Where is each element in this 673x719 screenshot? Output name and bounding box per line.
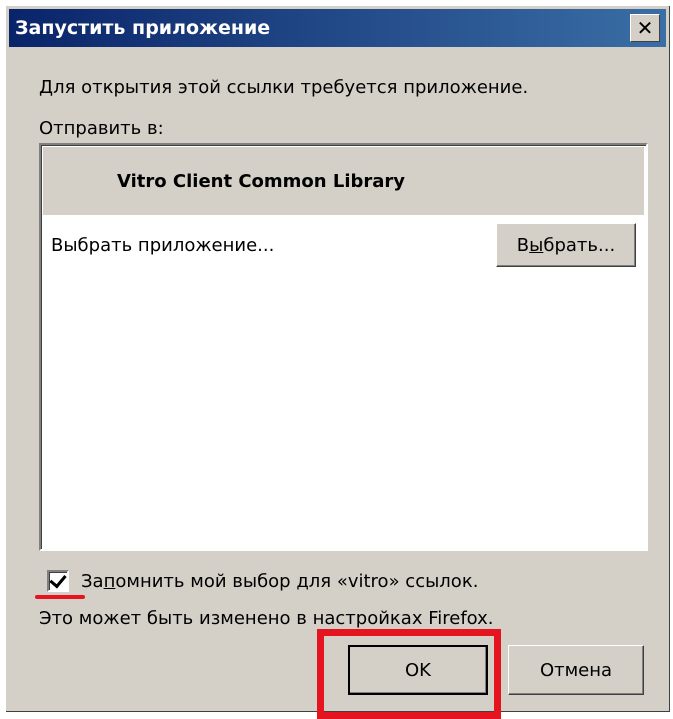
application-name: Vitro Client Common Library [117, 170, 406, 192]
choose-button-mnemonic: ы [529, 234, 544, 256]
checkmark-icon [49, 570, 67, 589]
dialog-description: Для открытия этой ссылки требуется прило… [39, 77, 529, 98]
launch-application-dialog: Запустить приложение ✕ Для открытия этой… [5, 5, 670, 719]
title-bar: Запустить приложение ✕ [9, 9, 666, 47]
cancel-button[interactable]: Отмена [508, 645, 644, 695]
dialog-title: Запустить приложение [15, 17, 271, 39]
send-to-label: Отправить в: [39, 118, 164, 139]
choose-button-label-suffix: брать... [543, 234, 616, 256]
choose-application-label: Выбрать приложение... [51, 234, 275, 256]
list-item-choose-application: Выбрать приложение... Вы брать... [43, 215, 644, 275]
remember-choice-label[interactable]: Запомнить мой выбор для «vitro» ссылок. [81, 571, 478, 592]
ok-button[interactable]: OK [348, 645, 488, 695]
close-button[interactable]: ✕ [630, 14, 660, 42]
remember-choice-row[interactable]: Запомнить мой выбор для «vitro» ссылок. [47, 570, 478, 592]
close-icon: ✕ [636, 16, 654, 40]
annotation-underline [35, 595, 85, 599]
choose-button[interactable]: Вы брать... [496, 223, 636, 267]
list-item-vitro-client[interactable]: Vitro Client Common Library [43, 147, 644, 215]
application-list[interactable]: Vitro Client Common Library Выбрать прил… [39, 143, 648, 551]
firefox-settings-note: Это может быть изменено в настройках Fir… [39, 608, 494, 629]
remember-choice-checkbox[interactable] [47, 570, 69, 592]
choose-button-label-prefix: В [516, 234, 530, 256]
